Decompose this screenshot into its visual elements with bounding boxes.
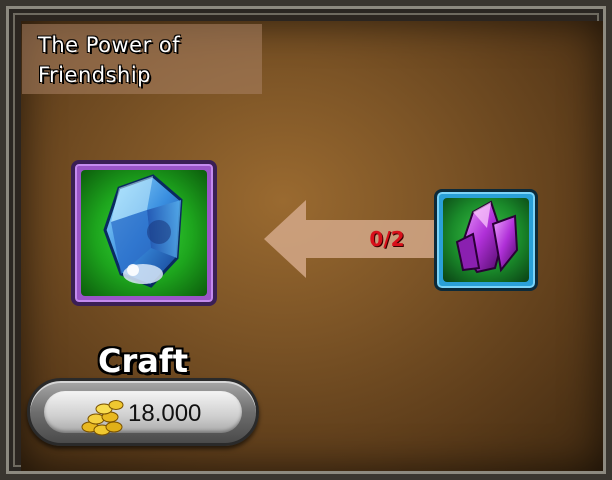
- recipe-title: The Power of Friendship: [38, 30, 258, 90]
- blue-crystal-icon: [103, 174, 183, 288]
- recipe-title-line2: Friendship: [38, 63, 151, 87]
- purple-crystal-icon: [455, 200, 519, 274]
- result-item-background: [81, 170, 207, 296]
- gold-coins-icon: [81, 400, 124, 436]
- recipe-title-line1: The Power of: [38, 33, 181, 57]
- result-item-slot[interactable]: [71, 160, 217, 306]
- ingredient-count: 0/2: [369, 227, 405, 251]
- ingredient-slot[interactable]: [434, 189, 538, 291]
- craft-button[interactable]: 18.000: [27, 378, 259, 446]
- ingredient-background: [443, 198, 529, 282]
- craft-cost: 18.000: [128, 400, 202, 427]
- craft-label: Craft: [97, 342, 189, 380]
